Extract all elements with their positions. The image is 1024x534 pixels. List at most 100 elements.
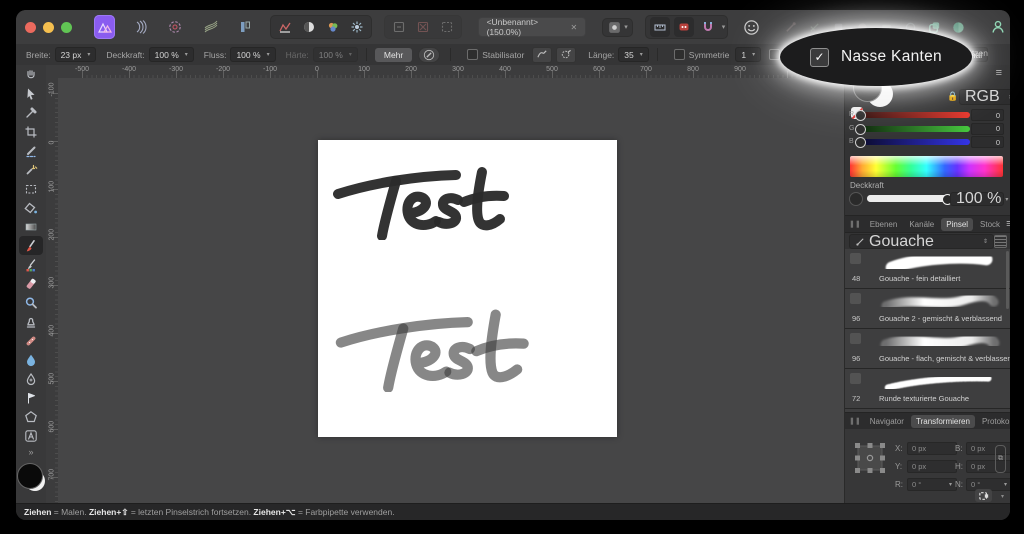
opacity-track[interactable]: [867, 195, 954, 202]
symmetry-checkbox[interactable]: [674, 49, 685, 60]
mirror-checkbox[interactable]: [769, 49, 780, 60]
sharpen-tool[interactable]: [19, 369, 43, 388]
transform-field-input[interactable]: 0 px: [907, 442, 957, 455]
panel-menu-icon[interactable]: ≡: [996, 69, 1002, 77]
brush-category-dropdown[interactable]: Gouache ⇕: [849, 234, 994, 249]
brush-item[interactable]: 48Gouache - fein detailliert: [845, 249, 1010, 289]
pasteboard[interactable]: [58, 78, 845, 503]
flow-dropdown[interactable]: 100 %▾: [230, 47, 275, 62]
assistant-icon[interactable]: [674, 17, 694, 37]
ruler-icon[interactable]: [650, 17, 670, 37]
symmetry-count-dropdown[interactable]: 1▾: [735, 47, 761, 62]
tab-pinsel[interactable]: Pinsel: [941, 218, 973, 231]
opacity-value-dropdown[interactable]: 100 %▾: [950, 192, 1004, 206]
clone-stamp-tool[interactable]: [19, 312, 43, 331]
brush-item[interactable]: 96Gouache 2 - gemischt & verblassend: [845, 289, 1010, 329]
rope-stabilizer-button[interactable]: [532, 47, 552, 63]
auto-colours-icon[interactable]: [323, 17, 343, 37]
export-persona-button[interactable]: [235, 15, 256, 39]
flood-fill-tool[interactable]: [19, 198, 43, 217]
colour-well[interactable]: [17, 463, 45, 491]
tab-ebenen[interactable]: Ebenen: [865, 218, 903, 231]
colour-picker-tool[interactable]: [19, 103, 43, 122]
liquify-persona-button[interactable]: [129, 15, 150, 39]
tab-kanäle[interactable]: Kanäle: [904, 218, 939, 231]
crop-tool[interactable]: [19, 122, 43, 141]
selection-brush-tool[interactable]: [19, 141, 43, 160]
auto-contrast-icon[interactable]: [299, 17, 319, 37]
wet-edges-checkbox[interactable]: ✓: [810, 48, 829, 67]
zoom-button[interactable]: [61, 22, 72, 33]
colour-replacement-brush-tool[interactable]: [19, 255, 43, 274]
chevron-down-icon[interactable]: ▾: [1001, 493, 1004, 500]
document-close-icon[interactable]: ✕: [571, 23, 578, 32]
panel-opacity-slider[interactable]: 100 %▾: [845, 191, 1010, 205]
foreground-colour-swatch[interactable]: [17, 463, 43, 489]
brush-view-toggle-icon[interactable]: [994, 235, 1007, 248]
canvas[interactable]: [318, 140, 617, 437]
brush-settings-button[interactable]: [418, 47, 440, 63]
flip-icon[interactable]: [413, 17, 433, 37]
tab-stock[interactable]: Stock: [975, 218, 1005, 231]
tone-mapping-persona-button[interactable]: [200, 15, 221, 39]
flood-select-tool[interactable]: [19, 160, 43, 179]
window-stabilizer-button[interactable]: [556, 47, 576, 63]
channel-slider-r[interactable]: R0: [845, 109, 1010, 121]
mesh-warp-tool[interactable]: [19, 407, 43, 426]
channel-knob[interactable]: [855, 124, 866, 135]
blur-tool[interactable]: [19, 350, 43, 369]
brush-item[interactable]: 72Runde texturierte Gouache: [845, 369, 1010, 409]
group-icon[interactable]: [948, 17, 968, 37]
opacity-dropdown[interactable]: 100 %▾: [149, 47, 194, 62]
auto-white-balance-icon[interactable]: [347, 17, 367, 37]
brush-item[interactable]: 96Gouache - flach, gemischt & verblassen…: [845, 329, 1010, 369]
anchor-point-selector[interactable]: [853, 441, 887, 475]
channel-value[interactable]: 0: [971, 136, 1004, 148]
eraser-tool[interactable]: [19, 274, 43, 293]
account-button[interactable]: [988, 17, 1008, 37]
close-button[interactable]: [25, 22, 36, 33]
brush-list-scrollbar[interactable]: [1006, 251, 1009, 309]
channel-knob[interactable]: [855, 137, 866, 148]
length-dropdown[interactable]: 35▾: [618, 47, 648, 62]
channel-value[interactable]: 0: [971, 123, 1004, 135]
view-mode-dropdown[interactable]: ▾: [602, 18, 633, 37]
paint-brush-tool[interactable]: [19, 236, 43, 255]
hardness-dropdown[interactable]: 100 %▾: [313, 47, 358, 62]
stabilizer-checkbox[interactable]: [467, 49, 478, 60]
horizontal-ruler[interactable]: -500-400-300-200-10001002003004005006007…: [58, 65, 845, 79]
transform-field-input[interactable]: 0 px: [907, 460, 957, 473]
opacity-left-knob[interactable]: [849, 192, 863, 206]
clip-canvas-icon[interactable]: [437, 17, 457, 37]
colour-model-dropdown[interactable]: RGB⇕: [959, 89, 1010, 105]
snapping-magnet-icon[interactable]: [698, 17, 718, 37]
expand-tools-button[interactable]: »: [16, 447, 46, 457]
view-tool[interactable]: [19, 65, 43, 84]
channel-track[interactable]: [857, 139, 970, 145]
colour-spectrum-bar[interactable]: [850, 156, 1003, 177]
channel-slider-g[interactable]: G0: [845, 123, 1010, 135]
marquee-select-tool[interactable]: [19, 179, 43, 198]
channel-knob[interactable]: [855, 110, 866, 121]
gradient-tool[interactable]: [19, 217, 43, 236]
channel-slider-b[interactable]: B0: [845, 136, 1010, 148]
transform-field-input[interactable]: 0 °▾: [907, 478, 957, 491]
panel-drag-grip[interactable]: ❚❚: [849, 220, 861, 228]
zoom-tool[interactable]: [19, 293, 43, 312]
text-tool[interactable]: [19, 426, 43, 445]
document-title-dropdown[interactable]: <Unbenannt> (150.0%) ✕: [478, 17, 587, 37]
auto-levels-icon[interactable]: [275, 17, 295, 37]
tab-navigator[interactable]: Navigator: [865, 415, 909, 428]
channel-track[interactable]: [857, 112, 970, 118]
channel-value[interactable]: 0: [971, 109, 1004, 121]
minimize-button[interactable]: [43, 22, 54, 33]
node-tool[interactable]: [19, 388, 43, 407]
link-dimensions-icon[interactable]: ⧉: [995, 445, 1006, 473]
channel-track[interactable]: [857, 126, 970, 132]
hints-button[interactable]: [742, 17, 760, 37]
width-dropdown[interactable]: 23 px▾: [55, 47, 97, 62]
develop-persona-button[interactable]: [165, 15, 186, 39]
move-tool[interactable]: [19, 84, 43, 103]
tab-transformieren[interactable]: Transformieren: [911, 415, 975, 428]
toolbar-icon[interactable]: [780, 17, 800, 37]
